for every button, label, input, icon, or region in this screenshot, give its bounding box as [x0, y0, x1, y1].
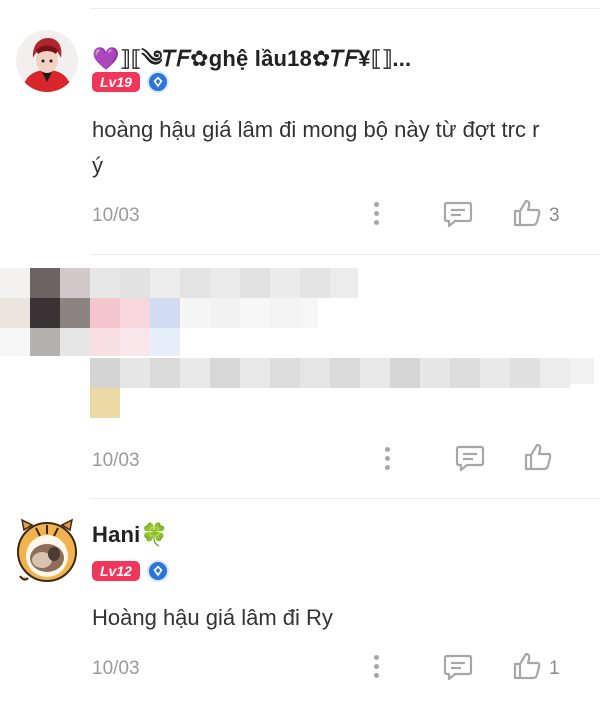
- more-options-icon[interactable]: [373, 202, 379, 228]
- divider: [90, 254, 600, 255]
- comment-text-line: ý: [92, 153, 103, 178]
- like-count: 1: [549, 658, 560, 679]
- comment-text-line: hoàng hậu giá lâm đi mong bộ này từ đợt …: [92, 117, 540, 142]
- comment-date: 10/03: [92, 205, 140, 226]
- like-icon[interactable]: [524, 443, 552, 476]
- more-options-icon[interactable]: [384, 447, 390, 473]
- level-badge: Lv12: [92, 561, 140, 581]
- verified-badge-icon: [147, 71, 169, 93]
- reply-icon[interactable]: [443, 200, 473, 233]
- user-avatar[interactable]: [16, 30, 78, 92]
- user-avatar[interactable]: [14, 516, 80, 586]
- like-icon[interactable]: [513, 652, 541, 685]
- top-divider: [90, 8, 600, 9]
- like-icon[interactable]: [513, 199, 541, 232]
- divider: [90, 498, 600, 499]
- comment-text-line: Hoàng hậu giá lâm đi Ry: [92, 605, 333, 630]
- like-count: 3: [549, 205, 560, 226]
- verified-badge-icon: [147, 560, 169, 582]
- reply-icon[interactable]: [443, 653, 473, 686]
- comment-date: 10/03: [92, 658, 140, 679]
- comment-date: 10/03: [92, 450, 140, 471]
- more-options-icon[interactable]: [373, 655, 379, 681]
- reply-icon[interactable]: [455, 444, 485, 477]
- level-badge: Lv19: [92, 72, 140, 92]
- username[interactable]: Hani🍀: [92, 522, 168, 548]
